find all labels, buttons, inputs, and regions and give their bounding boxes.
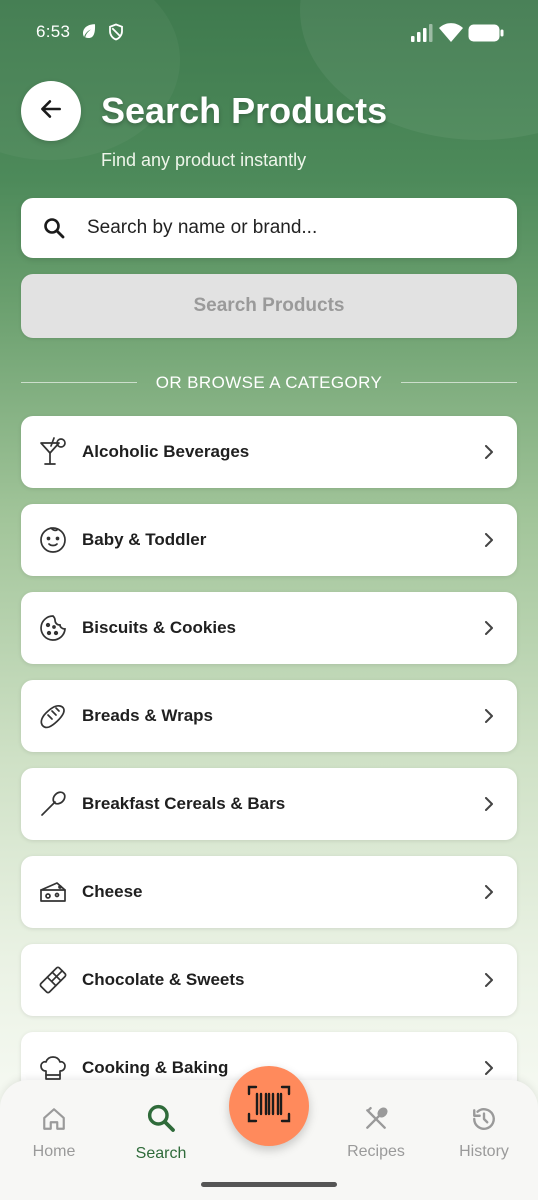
history-icon — [471, 1106, 497, 1137]
category-cheese[interactable]: Cheese — [21, 856, 517, 928]
signal-icon — [410, 24, 434, 47]
category-label: Breakfast Cereals & Bars — [82, 794, 286, 813]
back-button[interactable] — [21, 81, 81, 141]
category-baby-toddler[interactable]: Baby & Toddler — [21, 504, 517, 576]
chevron-right-icon — [481, 708, 497, 724]
category-label: Baby & Toddler — [82, 530, 207, 549]
search-icon — [25, 216, 83, 240]
shield-icon — [107, 22, 125, 47]
category-alcoholic-beverages[interactable]: Alcoholic Beverages — [21, 416, 517, 488]
chevron-right-icon — [481, 444, 497, 460]
status-bar: 6:53 — [0, 0, 538, 64]
nav-label: Home — [32, 1143, 76, 1160]
bread-icon — [36, 699, 70, 733]
divider-line-right — [401, 382, 517, 383]
category-label: Alcoholic Beverages — [82, 442, 250, 461]
home-icon — [41, 1106, 67, 1137]
category-chocolate-sweets[interactable]: Chocolate & Sweets — [21, 944, 517, 1016]
barcode-scan-button[interactable] — [229, 1066, 309, 1146]
search-products-button[interactable]: Search Products — [21, 274, 517, 338]
cheese-icon — [36, 875, 70, 909]
chevron-right-icon — [481, 796, 497, 812]
page-subtitle: Find any product instantly — [101, 150, 307, 170]
cocktail-icon — [36, 435, 70, 469]
chocolate-icon — [36, 963, 70, 997]
battery-icon — [468, 24, 504, 47]
nav-item-home[interactable]: Home — [4, 1106, 104, 1161]
category-breads-wraps[interactable]: Breads & Wraps — [21, 680, 517, 752]
category-biscuits-cookies[interactable]: Biscuits & Cookies — [21, 592, 517, 664]
chevron-right-icon — [481, 620, 497, 636]
arrow-left-icon — [38, 96, 64, 127]
nav-label: Search — [135, 1145, 187, 1162]
category-label: Chocolate & Sweets — [82, 970, 245, 989]
status-time: 6:53 — [36, 22, 71, 41]
utensils-icon — [363, 1106, 389, 1137]
nav-label: Recipes — [347, 1143, 405, 1160]
leaf-icon — [80, 22, 98, 45]
browse-category-divider: OR BROWSE A CATEGORY — [155, 373, 383, 392]
category-label: Biscuits & Cookies — [82, 618, 236, 637]
barcode-scan-icon — [247, 1085, 291, 1128]
nav-item-history[interactable]: History — [434, 1106, 534, 1161]
search-icon — [145, 1102, 177, 1139]
chevron-right-icon — [481, 532, 497, 548]
spoon-icon — [36, 787, 70, 821]
baby-face-icon — [36, 523, 70, 557]
nav-item-recipes[interactable]: Recipes — [326, 1106, 426, 1161]
nav-label: History — [459, 1143, 509, 1160]
wifi-icon — [439, 23, 463, 47]
chevron-right-icon — [481, 972, 497, 988]
search-field[interactable] — [21, 198, 517, 258]
category-label: Breads & Wraps — [82, 706, 214, 725]
category-label: Cheese — [82, 882, 143, 901]
cookie-icon — [36, 611, 70, 645]
chevron-right-icon — [481, 1060, 497, 1076]
page-title: Search Products — [101, 90, 388, 131]
nav-item-search[interactable]: Search — [111, 1102, 211, 1163]
search-products-screen: 6:53 Search Products Find any product in… — [0, 0, 538, 1200]
chevron-right-icon — [481, 884, 497, 900]
home-indicator — [201, 1182, 337, 1187]
category-breakfast-cereals-bars[interactable]: Breakfast Cereals & Bars — [21, 768, 517, 840]
search-input[interactable] — [87, 217, 497, 239]
